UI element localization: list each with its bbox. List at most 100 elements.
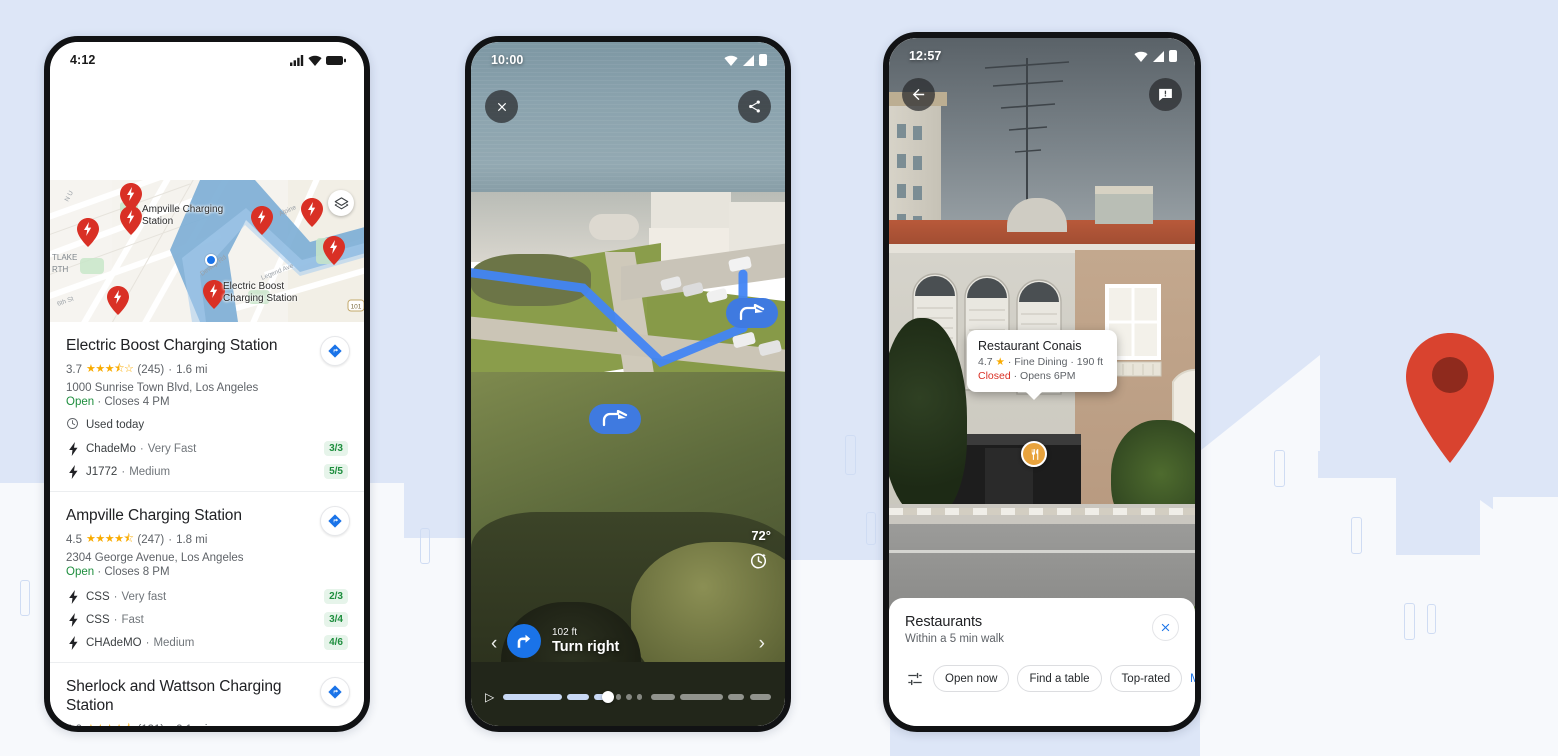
bolt-icon (66, 612, 80, 627)
signal-icon (743, 54, 754, 66)
share-icon (749, 100, 760, 113)
phone3-screen: 12:57 Restaurant Conais 4.7 ★ · Fine Din… (889, 38, 1195, 726)
listing-rating-row: 4.5 ★★★★⯪ (247) · 1.8 mi (66, 530, 348, 549)
back-button[interactable] (902, 78, 935, 111)
background-building-right-a (1200, 355, 1320, 451)
listing-name: Ampville Charging Station (66, 507, 242, 524)
listing-name: Electric Boost Charging Station (66, 337, 278, 354)
list-item[interactable]: Sherlock and Wattson Charging Station 4.… (50, 662, 364, 726)
background-window (1274, 450, 1285, 487)
bolt-icon (66, 464, 80, 479)
page-root: 4:12 Charging stations (0, 0, 1558, 756)
list-item[interactable]: Electric Boost Charging Station 3.7 ★★★⯪… (50, 322, 364, 491)
list-item[interactable]: Ampville Charging Station 4.5 ★★★★⯪ (247… (50, 491, 364, 662)
plug-row: CSS · Fast 3/4 (66, 612, 348, 627)
bolt-icon (66, 441, 80, 456)
results-list[interactable]: Electric Boost Charging Station 3.7 ★★★⯪… (50, 322, 364, 726)
poi-meta: 4.7 ★ · Fine Dining · 190 ft (978, 356, 1104, 368)
directions-icon[interactable] (320, 506, 350, 536)
signal-icon (290, 54, 304, 66)
plug-row: CSS · Very fast 2/3 (66, 589, 348, 604)
restaurant-icon[interactable] (1021, 441, 1047, 467)
phone1-screen: 4:12 Charging stations (50, 42, 364, 726)
status-time: 10:00 (491, 53, 524, 67)
feedback-button[interactable] (1149, 78, 1182, 111)
svg-text:TLAKE: TLAKE (52, 253, 77, 262)
background-building-far-right (1493, 497, 1558, 756)
listing-address: 2304 George Avenue, Los Angeles (66, 552, 244, 564)
svg-text:RTH: RTH (52, 265, 69, 274)
map-pin-marker[interactable] (301, 198, 323, 227)
closed-label: Closed (978, 370, 1011, 382)
plug-name: J1772 (86, 465, 118, 478)
building-rooftop-box (1095, 186, 1153, 194)
poi-rating: 4.7 (978, 356, 993, 368)
map-pin-marker[interactable] (107, 286, 129, 315)
tune-icon[interactable] (905, 669, 925, 689)
map-pin-marker-electric-boost[interactable] (203, 280, 225, 309)
phone3-status-bar: 12:57 (889, 38, 1195, 68)
plug-speed: Medium (153, 636, 195, 649)
directions-icon[interactable] (320, 336, 350, 366)
status-icons (1134, 50, 1177, 62)
plug-count: 3/3 (324, 441, 348, 456)
rating-stars: ★★★★⯪ (86, 533, 134, 545)
listing-hours: Open · Closes 4 PM (66, 396, 348, 408)
phone-immersive-navigation: 10:00 72° ‹ › 102 ft Turn right ▷ (465, 36, 791, 732)
route-turn-badge (589, 404, 641, 434)
plug-count: 3/4 (324, 612, 348, 627)
close-button[interactable] (1152, 614, 1179, 641)
rating-value: 4.2 (66, 724, 82, 727)
wifi-icon (308, 55, 322, 66)
map-pin-marker[interactable] (120, 206, 142, 235)
distance: 2.1 mi (176, 724, 207, 727)
plug-speed: Fast (121, 613, 144, 626)
timeline-scrubber[interactable]: ▷ (485, 690, 771, 704)
listing-rating-row: 4.2 ★★★★⯪ (131) · 2.1 mi (66, 720, 348, 726)
plug-name: CHAdeMO (86, 636, 142, 649)
map-preview[interactable]: N U TLAKE RTH 6th St Dewap Rd Legend Ave… (50, 180, 364, 322)
poi-category: Fine Dining (1014, 356, 1068, 368)
time-clock-icon[interactable] (749, 551, 768, 575)
timeline-track[interactable] (503, 691, 771, 703)
timeline-knob[interactable] (602, 691, 615, 703)
wifi-icon (1134, 51, 1148, 62)
chip-find-a-table[interactable]: Find a table (1017, 665, 1102, 692)
wifi-icon (724, 55, 738, 66)
listing-used-today: Used today (66, 417, 348, 433)
chip-open-now[interactable]: Open now (933, 665, 1010, 692)
open-status: Open (66, 566, 95, 578)
background-building-right-b (1200, 450, 1318, 756)
plug-row: CHAdeMO · Medium 4/6 (66, 635, 348, 650)
share-button[interactable] (738, 90, 771, 123)
background-window (420, 528, 430, 564)
temperature-label: 72° (751, 528, 771, 543)
chip-top-rated[interactable]: Top-rated (1109, 665, 1183, 692)
layers-icon[interactable] (328, 190, 354, 216)
background-window (866, 512, 876, 545)
map-label-ampville: Ampville Charging Station (142, 204, 224, 227)
map-pin-marker[interactable] (251, 206, 273, 235)
status-time: 12:57 (909, 49, 942, 63)
building-rooftop-box (1095, 190, 1153, 224)
status-icons (724, 54, 767, 66)
bottom-sheet[interactable]: Restaurants Within a 5 min walk Open now… (889, 598, 1195, 726)
phone2-screen: 10:00 72° ‹ › 102 ft Turn right ▷ (471, 42, 785, 726)
poi-name: Restaurant Conais (978, 339, 1082, 353)
navigation-controls: ‹ › 102 ft Turn right ▷ (471, 606, 785, 726)
close-button[interactable] (485, 90, 518, 123)
listing-name: Sherlock and Wattson Charging Station (66, 678, 282, 714)
directions-icon[interactable] (320, 677, 350, 707)
more-link[interactable]: More (1190, 673, 1195, 685)
close-icon (497, 102, 506, 111)
close-icon (1161, 623, 1170, 632)
poi-tooltip[interactable]: Restaurant Conais 4.7 ★ · Fine Dining · … (967, 330, 1117, 400)
map-pin-marker[interactable] (77, 218, 99, 247)
map-pin-marker[interactable] (323, 236, 345, 265)
background-window (1404, 603, 1415, 640)
phone-street-view: 12:57 Restaurant Conais 4.7 ★ · Fine Din… (883, 32, 1201, 732)
play-icon[interactable]: ▷ (485, 690, 494, 704)
feedback-icon (1159, 88, 1172, 101)
review-count: (131) (137, 724, 164, 727)
plug-name: ChadeMo (86, 442, 136, 455)
